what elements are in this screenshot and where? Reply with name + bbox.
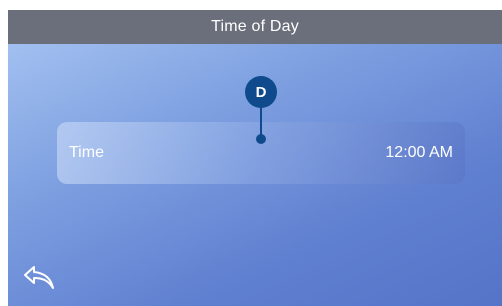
marker-letter: D (255, 83, 267, 101)
back-arrow-icon[interactable] (22, 264, 58, 292)
marker-badge: D (245, 76, 277, 108)
time-label: Time (69, 144, 104, 161)
title-bar: Time of Day (8, 10, 502, 44)
marker-line (260, 106, 262, 136)
screen: Time of Day Time 12:00 AM D (8, 10, 502, 306)
marker-dot (256, 134, 266, 144)
time-value: 12:00 AM (385, 144, 453, 161)
back-arrow-glyph (24, 266, 54, 289)
page-title: Time of Day (211, 18, 299, 35)
marker-pin: D (245, 76, 277, 146)
